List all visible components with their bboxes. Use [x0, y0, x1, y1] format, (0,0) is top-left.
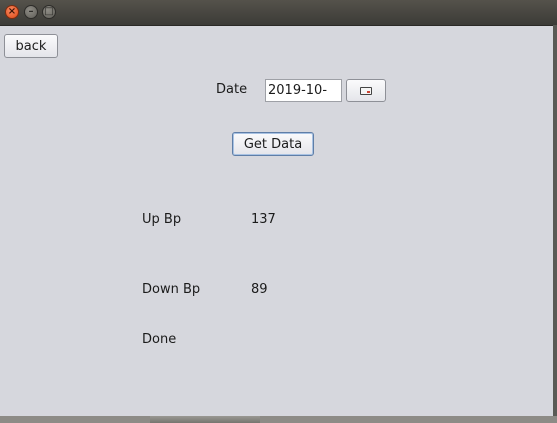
down-bp-label: Down Bp — [142, 282, 201, 297]
title-bar: × – □ — [0, 0, 557, 26]
down-bp-value: 89 — [251, 282, 268, 297]
status-text: Done — [142, 332, 177, 347]
window-edge-right — [553, 25, 557, 423]
maximize-window-button[interactable]: □ — [42, 5, 56, 19]
back-button[interactable]: back — [4, 34, 58, 58]
up-bp-value: 137 — [251, 212, 276, 227]
close-window-button[interactable]: × — [5, 5, 19, 19]
background-window-fragment — [150, 416, 260, 423]
up-bp-label: Up Bp — [142, 212, 182, 227]
minimize-icon: – — [28, 6, 34, 17]
date-label: Date — [216, 82, 248, 97]
window-edge-bottom — [0, 416, 557, 423]
calendar-icon — [360, 86, 372, 95]
close-icon: × — [7, 6, 17, 17]
main-panel: back Date 2019-10-19 Get Data Up Bp 137 … — [0, 26, 553, 416]
calendar-picker-button[interactable] — [346, 79, 386, 102]
date-value: 2019-10-19 — [268, 83, 328, 98]
minimize-window-button[interactable]: – — [24, 5, 38, 19]
maximize-icon: □ — [44, 6, 54, 17]
get-data-button[interactable]: Get Data — [232, 132, 314, 156]
date-input[interactable]: 2019-10-19 — [265, 79, 342, 102]
